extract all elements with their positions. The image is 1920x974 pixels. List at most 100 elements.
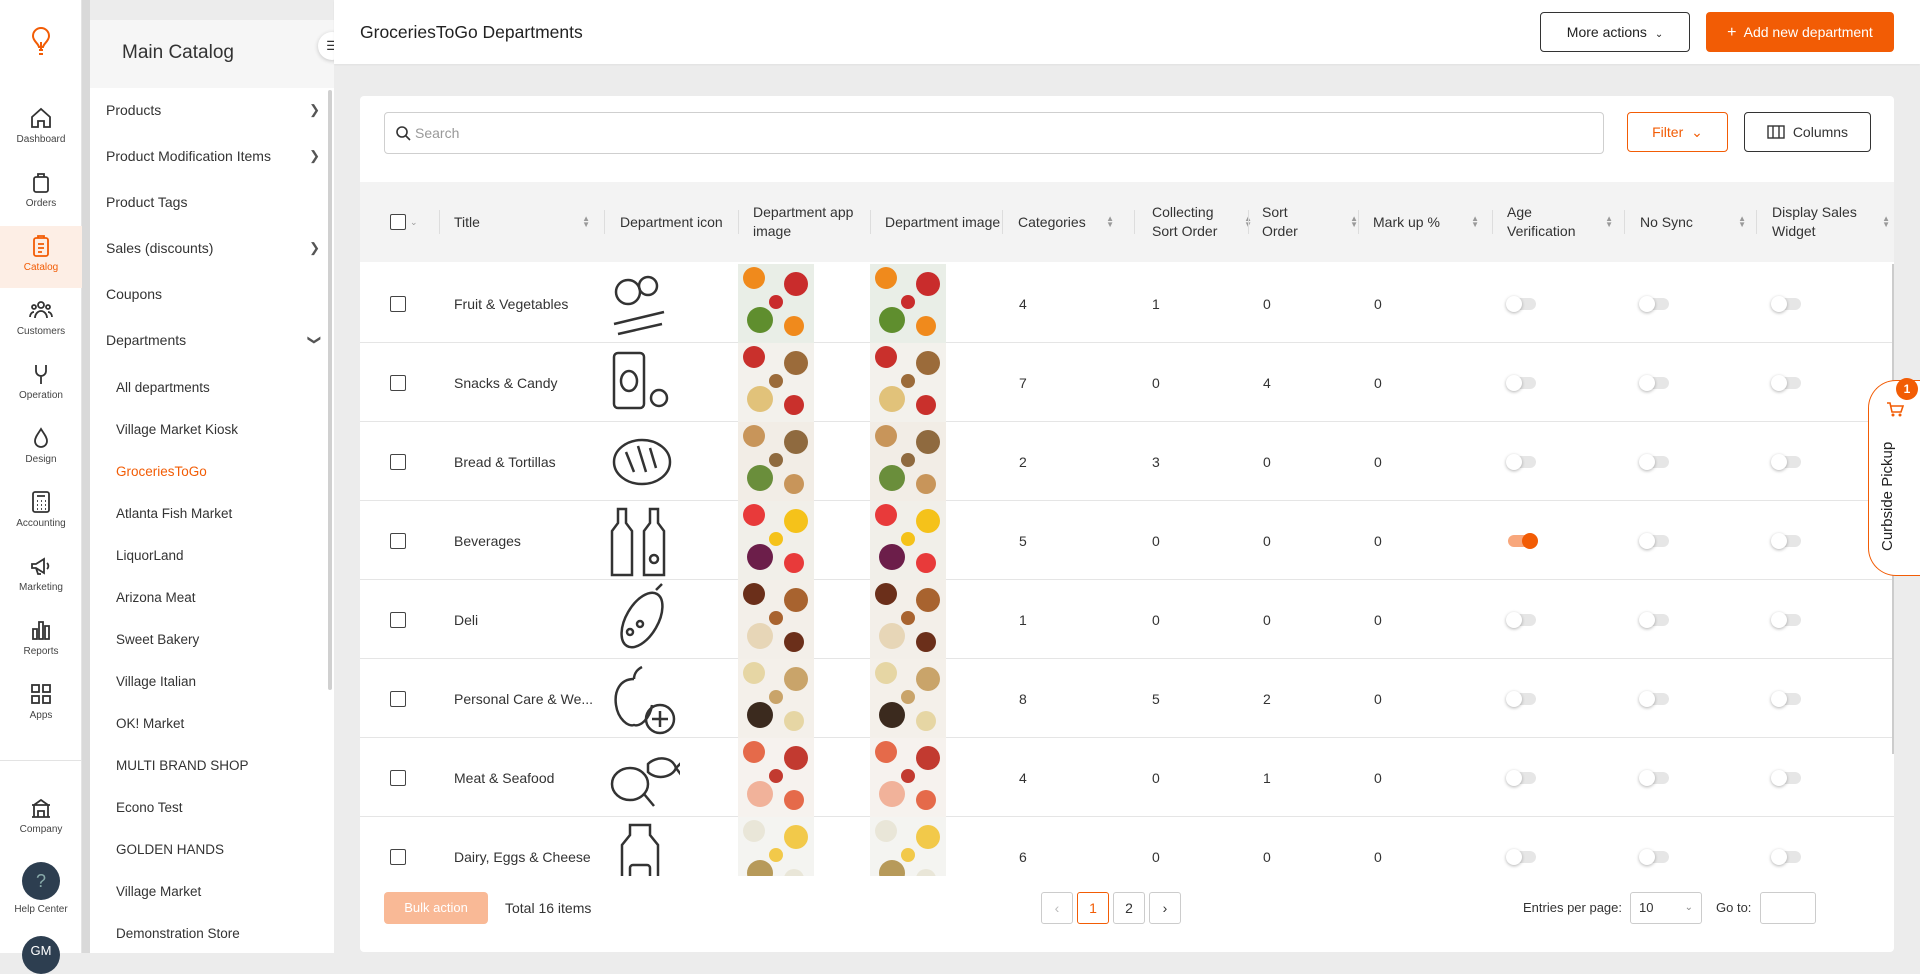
- page-button[interactable]: 1: [1077, 892, 1109, 924]
- age-verification-toggle[interactable]: [1506, 374, 1536, 391]
- goto-page-input[interactable]: [1760, 892, 1816, 924]
- rail-reports[interactable]: Reports: [0, 618, 82, 678]
- sidebar-sub-item[interactable]: Econo Test: [116, 800, 183, 815]
- rail-accounting[interactable]: Accounting: [0, 490, 82, 550]
- sidebar-item-product-tags[interactable]: Product Tags: [106, 194, 320, 210]
- column-mark-up[interactable]: Mark up % ▲ ▼: [1373, 182, 1493, 262]
- sort-icon[interactable]: ▲▼: [1350, 215, 1358, 229]
- display-sales-widget-toggle[interactable]: [1771, 295, 1801, 312]
- sidebar-sub-item[interactable]: Village Market: [116, 884, 201, 899]
- sort-icon[interactable]: ▲▼: [1738, 215, 1746, 229]
- sidebar-sub-item[interactable]: Village Italian: [116, 674, 196, 689]
- sidebar-sub-item[interactable]: Arizona Meat: [116, 590, 196, 605]
- no-sync-toggle[interactable]: [1639, 611, 1669, 628]
- age-verification-toggle[interactable]: [1506, 690, 1536, 707]
- user-avatar[interactable]: GM: [22, 936, 60, 974]
- sidebar-sub-item[interactable]: Sweet Bakery: [116, 632, 199, 647]
- age-verification-toggle[interactable]: [1506, 848, 1536, 865]
- table-row[interactable]: Dairy, Eggs & Cheese 6 0 0 0: [360, 817, 1894, 876]
- rail-dashboard[interactable]: Dashboard: [0, 106, 82, 166]
- display-sales-widget-toggle[interactable]: [1771, 374, 1801, 391]
- sidebar-item-coupons[interactable]: Coupons: [106, 286, 320, 302]
- table-row[interactable]: Deli 1 0 0 0: [360, 580, 1894, 659]
- bulk-action-button[interactable]: Bulk action: [384, 892, 488, 924]
- column-title[interactable]: Title ▲ ▼: [454, 182, 604, 262]
- sidebar-item-product-modification-items[interactable]: Product Modification Items ❯: [106, 148, 320, 164]
- no-sync-toggle[interactable]: [1639, 295, 1669, 312]
- sidebar-item-departments[interactable]: Departments ❯: [106, 332, 323, 348]
- rail-company[interactable]: Company: [0, 796, 82, 856]
- department-title[interactable]: Meat & Seafood: [454, 738, 602, 817]
- age-verification-toggle[interactable]: [1506, 611, 1536, 628]
- brand-logo-icon[interactable]: [0, 26, 82, 67]
- rail-design[interactable]: Design: [0, 426, 82, 486]
- entries-per-page-select[interactable]: 10 ⌄: [1630, 892, 1702, 924]
- row-checkbox[interactable]: [390, 295, 406, 312]
- column-no-sync[interactable]: No Sync ▲ ▼: [1640, 182, 1760, 262]
- sidebar-sub-item[interactable]: Demonstration Store: [116, 926, 240, 941]
- department-title[interactable]: Personal Care & We...: [454, 659, 602, 738]
- rail-orders[interactable]: Orders: [0, 170, 82, 230]
- display-sales-widget-toggle[interactable]: [1771, 532, 1801, 549]
- no-sync-toggle[interactable]: [1639, 769, 1669, 786]
- age-verification-toggle[interactable]: [1508, 532, 1538, 549]
- sidebar-sub-item[interactable]: All departments: [116, 380, 210, 395]
- display-sales-widget-toggle[interactable]: [1771, 453, 1801, 470]
- department-title[interactable]: Deli: [454, 580, 602, 659]
- display-sales-widget-toggle[interactable]: [1771, 611, 1801, 628]
- page-button[interactable]: 2: [1113, 892, 1145, 924]
- sort-icon[interactable]: ▲▼: [582, 215, 590, 229]
- search-input[interactable]: [415, 113, 1595, 153]
- row-checkbox[interactable]: [390, 848, 406, 865]
- age-verification-toggle[interactable]: [1506, 769, 1536, 786]
- column-sort-order[interactable]: Sort Order ▲ ▼: [1262, 182, 1372, 262]
- no-sync-toggle[interactable]: [1639, 848, 1669, 865]
- table-row[interactable]: Personal Care & We... 8 5 2 0: [360, 659, 1894, 738]
- table-row[interactable]: Bread & Tortillas 2 3 0 0: [360, 422, 1894, 501]
- columns-button[interactable]: Columns: [1744, 112, 1871, 152]
- add-new-department-button[interactable]: + Add new department: [1706, 12, 1894, 52]
- age-verification-toggle[interactable]: [1506, 295, 1536, 312]
- sort-icon[interactable]: ▲▼: [1605, 215, 1613, 229]
- no-sync-toggle[interactable]: [1639, 690, 1669, 707]
- rail-operation[interactable]: Operation: [0, 362, 82, 422]
- select-all-checkbox[interactable]: [390, 214, 406, 230]
- sort-icon[interactable]: ▲▼: [1106, 215, 1114, 229]
- row-checkbox[interactable]: [390, 453, 406, 470]
- sidebar-scrollbar[interactable]: [328, 90, 332, 690]
- column-display-sales-widget[interactable]: Display Sales Widget ▲ ▼: [1772, 182, 1894, 262]
- rail-apps[interactable]: Apps: [0, 682, 82, 742]
- row-checkbox[interactable]: [390, 532, 406, 549]
- display-sales-widget-toggle[interactable]: [1771, 769, 1801, 786]
- prev-page-button[interactable]: ‹: [1041, 892, 1073, 924]
- sidebar-sub-item[interactable]: Village Market Kiosk: [116, 422, 238, 437]
- no-sync-toggle[interactable]: [1639, 453, 1669, 470]
- sidebar-sub-item-active[interactable]: GroceriesToGo: [116, 464, 207, 479]
- department-title[interactable]: Fruit & Vegetables: [454, 264, 602, 343]
- sidebar-sub-item[interactable]: OK! Market: [116, 716, 184, 731]
- sidebar-item-products[interactable]: Products ❯: [106, 102, 320, 118]
- curbside-pickup-tab[interactable]: Curbside Pickup: [1868, 380, 1920, 576]
- table-row[interactable]: Meat & Seafood 4 0 1 0: [360, 738, 1894, 817]
- rail-catalog[interactable]: Catalog: [0, 226, 82, 288]
- no-sync-toggle[interactable]: [1639, 532, 1669, 549]
- sidebar-sub-item[interactable]: GOLDEN HANDS: [116, 842, 224, 857]
- rail-marketing[interactable]: Marketing: [0, 554, 82, 614]
- department-title[interactable]: Snacks & Candy: [454, 343, 602, 422]
- rail-help-center[interactable]: ? Help Center: [0, 862, 82, 922]
- display-sales-widget-toggle[interactable]: [1771, 848, 1801, 865]
- sidebar-sub-item[interactable]: LiquorLand: [116, 548, 184, 563]
- sidebar-sub-item[interactable]: Atlanta Fish Market: [116, 506, 232, 521]
- row-checkbox[interactable]: [390, 374, 406, 391]
- department-title[interactable]: Dairy, Eggs & Cheese: [454, 817, 602, 876]
- table-row[interactable]: Fruit & Vegetables 4 1 0 0: [360, 264, 1894, 343]
- row-checkbox[interactable]: [390, 769, 406, 786]
- sidebar-sub-item[interactable]: MULTI BRAND SHOP: [116, 758, 249, 773]
- table-row[interactable]: Beverages 5 0 0 0: [360, 501, 1894, 580]
- column-categories[interactable]: Categories ▲ ▼: [1018, 182, 1128, 262]
- department-title[interactable]: Beverages: [454, 501, 602, 580]
- sort-icon[interactable]: ▲▼: [1882, 215, 1890, 229]
- table-row[interactable]: Snacks & Candy 7 0 4 0: [360, 343, 1894, 422]
- display-sales-widget-toggle[interactable]: [1771, 690, 1801, 707]
- next-page-button[interactable]: ›: [1149, 892, 1181, 924]
